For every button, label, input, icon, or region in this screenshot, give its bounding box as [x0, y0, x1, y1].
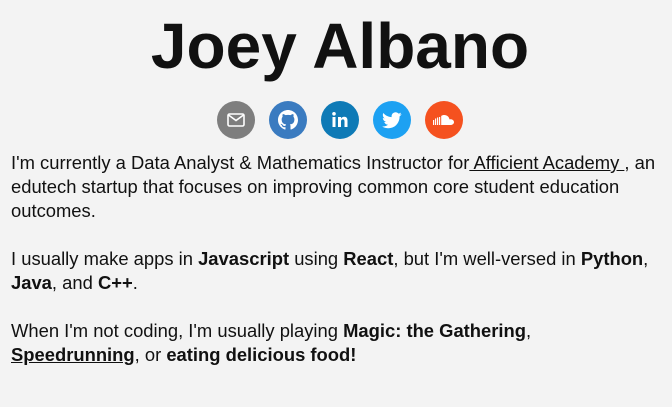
skill-java: Java — [11, 272, 52, 293]
bio-text: I usually make apps in — [11, 248, 199, 269]
afficient-academy-link[interactable]: Afficient Academy — [469, 152, 624, 173]
bio-text: I'm currently a Data Analyst & Mathemati… — [11, 152, 470, 173]
bio-text: . — [132, 272, 138, 293]
social-links — [217, 101, 463, 139]
soundcloud-icon — [433, 115, 454, 125]
github-icon — [278, 110, 298, 130]
mail-icon — [227, 113, 245, 127]
skill-cpp: C++ — [97, 272, 133, 293]
hobby-magic: Magic: the Gathering — [343, 320, 526, 341]
bio-text: , — [526, 320, 532, 341]
bio-text: , an — [624, 152, 656, 173]
hobby-speedrunning: Speedrunning — [11, 344, 135, 365]
bio-paragraph-work: I'm currently a Data Analyst & Mathemati… — [11, 151, 672, 223]
bio-text: outcomes. — [11, 200, 96, 221]
page: Joey Albano I'm currently a Data Analyst… — [0, 0, 672, 407]
bio-text: When I'm not coding, I'm usually playing — [11, 320, 344, 341]
speedrunning-link[interactable]: Speedrunning — [11, 344, 135, 365]
page-title: Joey Albano — [150, 10, 530, 82]
bio-text: , but I'm well-versed in — [393, 248, 581, 269]
soundcloud-button[interactable] — [425, 101, 463, 139]
linkedin-icon — [332, 112, 348, 127]
email-button[interactable] — [217, 101, 255, 139]
twitter-icon — [382, 111, 402, 128]
linkedin-button[interactable] — [321, 101, 359, 139]
skill-python: Python — [580, 248, 644, 269]
bio-text: , and — [51, 272, 98, 293]
github-button[interactable] — [269, 101, 307, 139]
bio-paragraph-hobbies: When I'm not coding, I'm usually playing… — [11, 319, 672, 367]
bio-text: , or — [134, 344, 167, 365]
twitter-button[interactable] — [373, 101, 411, 139]
bio-paragraph-skills: I usually make apps in Javascript using … — [11, 247, 672, 295]
bio: I'm currently a Data Analyst & Mathemati… — [11, 151, 672, 391]
skill-react: React — [343, 248, 394, 269]
bio-text: using — [289, 248, 344, 269]
skill-javascript: Javascript — [198, 248, 290, 269]
hobby-food: eating delicious food! — [166, 344, 357, 365]
bio-text: , — [643, 248, 649, 269]
bio-text: edutech startup that focuses on improvin… — [11, 176, 620, 197]
